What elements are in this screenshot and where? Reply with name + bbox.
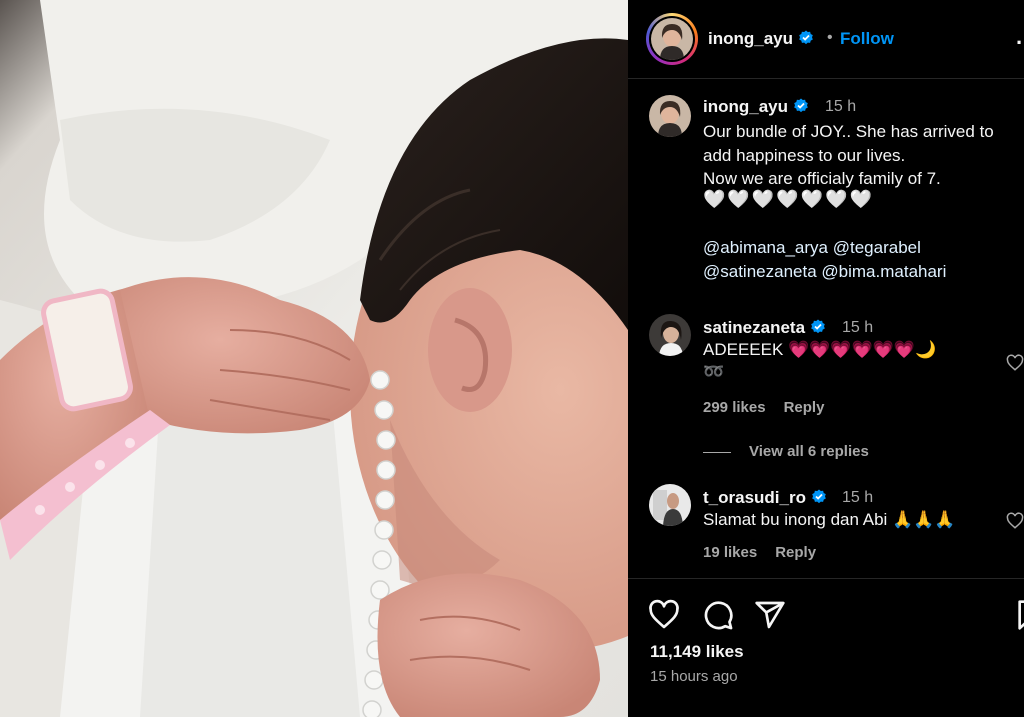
verified-badge-icon <box>811 319 825 334</box>
post-actions: 11,149 likes 15 hours ago <box>628 578 1024 717</box>
post-photo[interactable] <box>0 0 628 717</box>
replies-divider <box>703 451 731 453</box>
comment-timestamp[interactable]: 15 h <box>842 319 873 337</box>
heart-icon[interactable] <box>1006 354 1024 372</box>
comment-likes[interactable]: 19 likes <box>703 544 757 561</box>
newborn-photo-illustration <box>0 0 628 717</box>
heart-icon[interactable] <box>1006 512 1024 530</box>
reply-button[interactable]: Reply <box>784 399 825 416</box>
post-username[interactable]: inong_ayu <box>708 29 814 49</box>
caption-line: Now we are officialy family of 7. <box>703 169 941 188</box>
post-time[interactable]: 15 hours ago <box>650 668 738 685</box>
comment-text-line2: ➿ <box>703 362 725 381</box>
caption-mentions: @abimana_arya @tegarabel @satinezaneta @… <box>703 236 946 283</box>
follow-button[interactable]: Follow <box>840 29 894 49</box>
avatar[interactable] <box>649 484 691 526</box>
view-replies-button[interactable]: View all 6 replies <box>703 443 869 460</box>
more-options-icon[interactable]: ... <box>1016 24 1024 50</box>
share-icon[interactable] <box>754 599 786 631</box>
comment-timestamp[interactable]: 15 h <box>842 489 873 507</box>
caption-line: Our bundle of JOY.. She has arrived to <box>703 122 994 141</box>
comment-text: ADEEEEK 💗💗💗💗💗💗🌙 <box>703 340 937 359</box>
caption-line: add happiness to our lives. <box>703 145 906 165</box>
comment-likes[interactable]: 299 likes <box>703 399 766 416</box>
comment-meta: 299 likes Reply <box>703 399 824 416</box>
avatar[interactable] <box>649 314 691 356</box>
story-ring-avatar[interactable] <box>646 13 698 65</box>
mention-link[interactable]: @abimana_arya <box>703 238 828 257</box>
comment-meta: 19 likes Reply <box>703 544 816 561</box>
verified-badge-icon <box>799 30 813 45</box>
caption-timestamp[interactable]: 15 h <box>825 98 856 116</box>
verified-badge-icon <box>812 489 826 504</box>
mention-link[interactable]: @bima.matahari <box>821 262 946 281</box>
comment-username[interactable]: t_orasudi_ro <box>703 488 827 508</box>
comment-text: Slamat bu inong dan Abi 🙏🙏🙏 <box>703 510 956 529</box>
caption-username[interactable]: inong_ayu <box>703 97 809 117</box>
avatar[interactable] <box>649 95 691 137</box>
bookmark-icon[interactable] <box>1013 599 1024 631</box>
post-sidebar: inong_ayu • Follow ... inong_ayu 15 h Ou… <box>628 0 1024 717</box>
reply-button[interactable]: Reply <box>775 544 816 561</box>
avatar <box>651 18 693 60</box>
caption-hearts: 🤍🤍🤍🤍🤍🤍🤍 <box>703 189 874 209</box>
post-header: inong_ayu • Follow ... <box>628 0 1024 79</box>
verified-badge-icon <box>794 98 808 113</box>
header-separator: • <box>827 29 833 46</box>
caption-text: Our bundle of JOY.. She has arrived to a… <box>703 120 1024 191</box>
comment-icon[interactable] <box>702 599 734 631</box>
heart-icon[interactable] <box>648 599 680 631</box>
mention-link[interactable]: @tegarabel <box>833 238 921 257</box>
mention-link[interactable]: @satinezaneta <box>703 262 817 281</box>
like-count[interactable]: 11,149 likes <box>650 642 744 662</box>
comment-username[interactable]: satinezaneta <box>703 318 826 338</box>
